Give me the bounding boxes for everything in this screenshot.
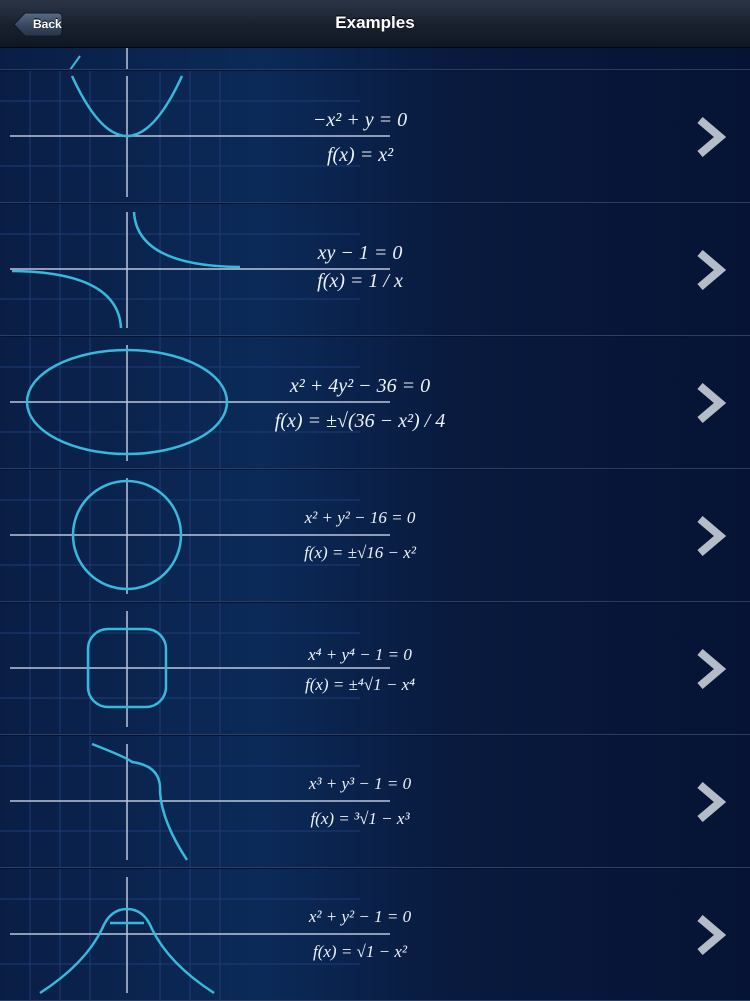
function-text: f(x) = ±⁴√1 − x⁴	[304, 675, 416, 694]
graph-thumbnail	[0, 736, 390, 867]
list-item-partial[interactable]	[0, 48, 750, 70]
graph-thumbnail	[69, 48, 128, 69]
equation-text: x⁴ + y⁴ − 1 = 0	[308, 645, 412, 664]
function-text: f(x) = x²	[326, 144, 394, 166]
graph-thumbnail	[0, 470, 390, 601]
navigation-bar: Back Examples	[0, 0, 750, 48]
list-item[interactable]: x² + y² − 16 = 0 f(x) = ±√16 − x²	[0, 470, 750, 602]
chevron-right-icon	[697, 117, 727, 157]
graph-thumbnail	[0, 869, 390, 1000]
equation-text: x² + 4y² − 36 = 0	[289, 375, 431, 397]
graph-thumbnail	[0, 603, 390, 734]
list-item[interactable]: x³ + y³ − 1 = 0 f(x) = ³√1 − x³	[0, 736, 750, 868]
equation-text: −x² + y = 0	[312, 109, 408, 131]
equation-text: x² + y² − 1 = 0	[308, 907, 412, 926]
graph-thumbnail	[0, 71, 390, 202]
list-item[interactable]: −x² + y = 0 f(x) = x²	[0, 71, 750, 203]
chevron-right-icon	[697, 649, 727, 689]
function-text: f(x) = ³√1 − x³	[310, 809, 410, 828]
function-text: f(x) = ±√16 − x²	[304, 543, 416, 562]
chevron-right-icon	[697, 915, 727, 955]
equation-text: x² + y² − 16 = 0	[304, 508, 416, 527]
chevron-right-icon	[697, 516, 727, 556]
graph-thumbnail	[0, 337, 390, 468]
list-item[interactable]: xy − 1 = 0 f(x) = 1 / x	[0, 204, 750, 336]
equation-text: x³ + y³ − 1 = 0	[308, 774, 412, 793]
page-title: Examples	[335, 13, 415, 32]
chevron-right-icon	[697, 782, 727, 822]
function-text: f(x) = √1 − x²	[312, 942, 407, 961]
function-text: f(x) = ±√(36 − x²) / 4	[274, 410, 446, 432]
function-text: f(x) = 1 / x	[317, 270, 403, 292]
equation-text: xy − 1 = 0	[317, 242, 403, 264]
list-item[interactable]: x⁴ + y⁴ − 1 = 0 f(x) = ±⁴√1 − x⁴	[0, 603, 750, 735]
chevron-right-icon	[697, 250, 727, 290]
list-item[interactable]: x² + 4y² − 36 = 0 f(x) = ±√(36 − x²) / 4	[0, 337, 750, 469]
chevron-right-icon	[697, 383, 727, 423]
list-item[interactable]: x² + y² − 1 = 0 f(x) = √1 − x²	[0, 869, 750, 1001]
